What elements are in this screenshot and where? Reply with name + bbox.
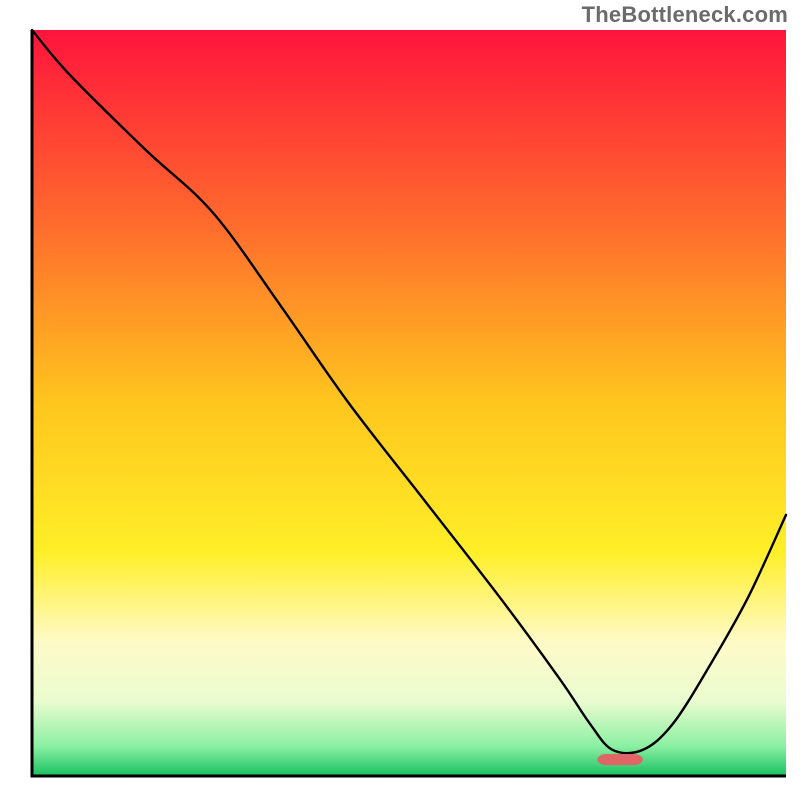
- optimal-marker: [598, 754, 643, 765]
- plot-area: [32, 30, 786, 776]
- watermark-text: TheBottleneck.com: [582, 2, 788, 28]
- bottleneck-chart: [0, 0, 800, 800]
- gradient-background: [32, 30, 786, 776]
